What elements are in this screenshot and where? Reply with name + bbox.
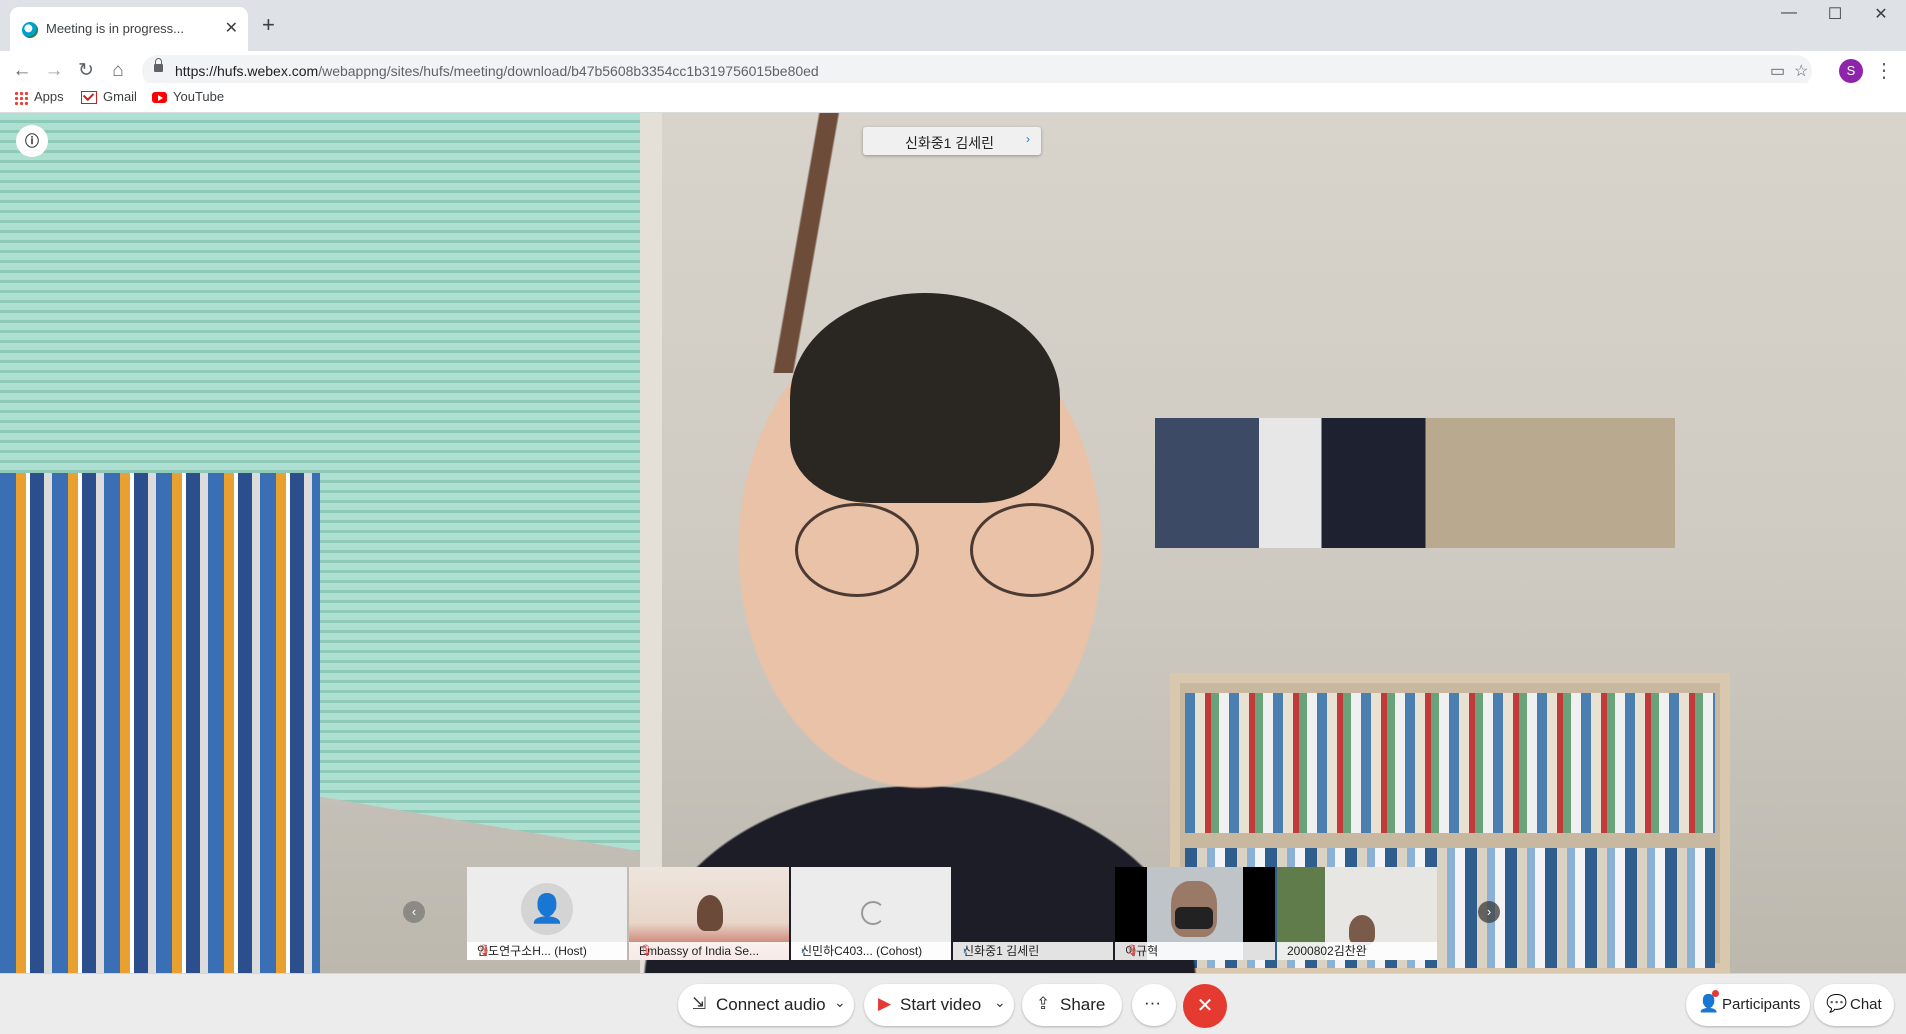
meeting-info-icon[interactable]: ⓘ — [16, 125, 48, 157]
bookmark-gmail[interactable]: Gmail — [81, 88, 137, 106]
video-background-boxes — [1155, 418, 1675, 548]
apps-grid-icon — [14, 90, 28, 105]
participant-thumbnail[interactable]: 이규혁 🎙 — [1115, 867, 1275, 960]
youtube-icon — [152, 92, 167, 104]
filmstrip-next-icon[interactable]: › — [1478, 901, 1500, 923]
more-options-icon: ··· — [1144, 993, 1161, 1012]
reload-icon[interactable]: ↻ — [72, 57, 100, 85]
chat-button[interactable]: 💬 Chat — [1814, 984, 1894, 1026]
share-button[interactable]: ⇪ Share — [1022, 984, 1122, 1026]
participant-thumbnail[interactable]: Embassy of India Se... 🎙 — [629, 867, 789, 960]
participant-thumbnail[interactable]: 👤 인도연구소H... (Host) 🎙 — [467, 867, 627, 960]
url-host: https://hufs.webex.com — [175, 63, 319, 79]
forward-arrow-icon[interactable]: → — [40, 57, 68, 85]
chevron-down-icon[interactable]: ⌄ — [994, 994, 1006, 1011]
url-path: /webappng/sites/hufs/meeting/download/b4… — [318, 63, 819, 79]
meeting-control-bar: ⇲ Connect audio ⌄ ▶ Start video ⌄ ⇪ Shar… — [0, 973, 1906, 1034]
home-icon[interactable]: ⌂ — [104, 57, 132, 85]
chevron-right-icon: › — [1026, 132, 1030, 146]
close-tab-icon[interactable]: ✕ — [225, 18, 238, 38]
gmail-icon — [81, 91, 97, 105]
video-background-books-left — [0, 473, 320, 973]
video-off-icon: ▶ — [878, 994, 892, 1013]
browser-tab[interactable]: Meeting is in progress... ✕ — [10, 7, 248, 51]
active-speaker-label[interactable]: 신화중1 김세린 › — [863, 127, 1041, 155]
bookmark-label: Apps — [34, 89, 64, 104]
leave-meeting-button[interactable]: ✕ — [1183, 984, 1227, 1028]
connect-audio-button[interactable]: ⇲ Connect audio ⌄ — [678, 984, 854, 1026]
face-mask — [1175, 907, 1213, 929]
participant-thumbnail[interactable]: 신화중1 김세린 › — [953, 867, 1113, 960]
participants-icon: 👤 — [1698, 994, 1720, 1013]
participant-video-person — [1349, 915, 1375, 945]
active-speaker-name: 신화중1 김세린 — [905, 135, 994, 151]
filmstrip-prev-icon[interactable]: ‹ — [403, 901, 425, 923]
back-arrow-icon[interactable]: ← — [8, 57, 36, 85]
webex-favicon-icon — [22, 22, 38, 38]
tab-title: Meeting is in progress... — [46, 21, 185, 36]
participant-thumbnail[interactable]: 신민하C403... (Cohost) › — [791, 867, 951, 960]
url-text[interactable]: https://hufs.webex.com/webappng/sites/hu… — [175, 63, 819, 79]
share-label: Share — [1060, 995, 1106, 1014]
browser-menu-icon[interactable]: ⋮ — [1874, 58, 1894, 83]
start-video-label: Start video — [900, 995, 982, 1014]
connect-audio-label: Connect audio — [716, 995, 826, 1014]
audio-connect-icon: ⇲ — [692, 994, 707, 1013]
participant-name: 2000802김찬완 — [1287, 944, 1367, 958]
bookmark-label: Gmail — [103, 89, 137, 104]
mic-muted-icon: 🎙 — [477, 945, 491, 957]
bookmark-label: YouTube — [173, 89, 225, 104]
speaker-glasses — [795, 503, 1095, 597]
mic-muted-icon: 🎙 — [1125, 945, 1139, 957]
cast-icon[interactable]: ▭ — [1770, 61, 1785, 81]
minimize-icon[interactable]: — — [1766, 4, 1812, 26]
chevron-right-icon: › — [963, 945, 967, 957]
browser-tab-bar: Meeting is in progress... ✕ + — ☐ ✕ — [0, 0, 1906, 51]
chevron-down-icon[interactable]: ⌄ — [834, 994, 846, 1011]
active-speaker-video: ⓘ 신화중1 김세린 › ‹ › 👤 인도연구소H... (Host) 🎙 Emb… — [0, 113, 1906, 973]
notification-dot — [1712, 990, 1719, 997]
new-tab-button[interactable]: + — [262, 12, 275, 38]
bookmark-star-icon[interactable]: ☆ — [1794, 61, 1808, 81]
maximize-icon[interactable]: ☐ — [1812, 4, 1858, 26]
bookmarks-bar: Apps Gmail YouTube — [0, 83, 1906, 113]
start-video-button[interactable]: ▶ Start video ⌄ — [864, 984, 1014, 1026]
person-placeholder-icon: 👤 — [521, 883, 573, 935]
bookmark-apps[interactable]: Apps — [14, 88, 64, 106]
video-background-books-right — [1185, 693, 1715, 833]
more-options-button[interactable]: ··· — [1132, 984, 1176, 1026]
chat-label: Chat — [1850, 996, 1882, 1013]
lock-icon — [154, 58, 163, 72]
close-window-icon[interactable]: ✕ — [1858, 4, 1904, 26]
loading-spinner-icon — [861, 901, 885, 925]
bookmark-youtube[interactable]: YouTube — [152, 88, 224, 106]
mic-muted-icon: 🎙 — [639, 945, 653, 957]
participant-thumbnail[interactable]: 2000802김찬완 — [1277, 867, 1437, 960]
participants-label: Participants — [1722, 996, 1801, 1013]
participant-filmstrip: 👤 인도연구소H... (Host) 🎙 Embassy of India Se.… — [467, 867, 1439, 960]
participant-video-person — [697, 895, 723, 931]
profile-avatar[interactable]: S — [1839, 59, 1863, 83]
speaker-hair — [790, 293, 1060, 503]
participants-button[interactable]: 👤 Participants — [1686, 984, 1810, 1026]
share-icon: ⇪ — [1036, 994, 1051, 1013]
chat-bubble-icon: 💬 — [1826, 994, 1848, 1013]
chevron-right-icon: › — [801, 945, 805, 957]
